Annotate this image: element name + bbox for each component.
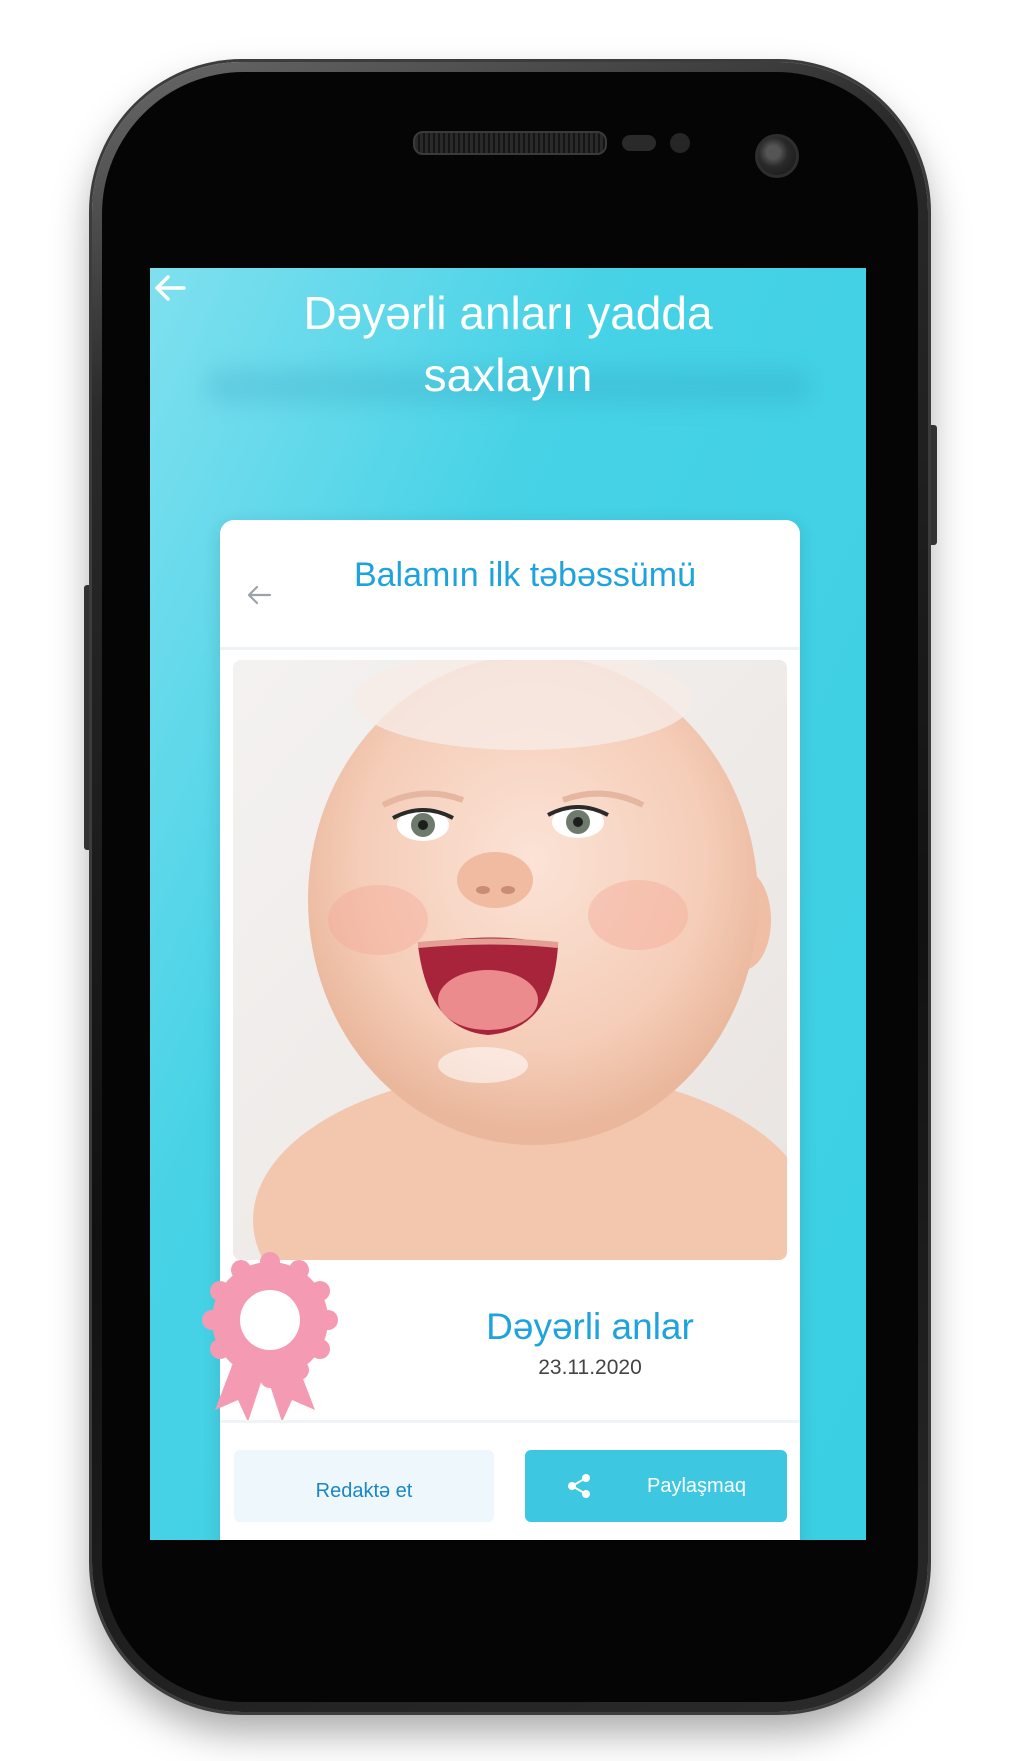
- share-button-label: Paylaşmaq: [647, 1474, 746, 1497]
- proximity-sensor: [622, 135, 656, 151]
- earpiece-speaker: [413, 131, 607, 155]
- baby-photo-illustration: [233, 660, 787, 1260]
- card-header: Balamın ilk təbəssümü: [220, 520, 800, 650]
- share-button[interactable]: Paylaşmaq: [525, 1450, 787, 1522]
- card-title: Balamın ilk təbəssümü: [353, 556, 697, 594]
- moment-title: Dəyərli anlar: [486, 1306, 694, 1347]
- pink-rosette-badge-icon: [202, 1252, 338, 1422]
- stage: Dəyərli anları yadda saxlayın Balamın il…: [0, 0, 1023, 1761]
- power-button: [927, 425, 937, 545]
- share-icon: [568, 1474, 590, 1498]
- headline: Dəyərli anları yadda saxlayın: [303, 287, 713, 401]
- smiling-baby-photo: [233, 660, 787, 1260]
- card-divider: [220, 1420, 800, 1423]
- edit-button[interactable]: Redaktə et: [234, 1450, 494, 1522]
- moment-card: Balamın ilk təbəssümü Dəyərli anlar 23.1…: [202, 520, 800, 1540]
- edit-button-label: Redaktə et: [315, 1479, 413, 1502]
- light-sensor: [670, 133, 690, 153]
- moment-date: 23.11.2020: [538, 1356, 642, 1379]
- front-camera-icon: [755, 134, 799, 178]
- phone-screen: Dəyərli anları yadda saxlayın Balamın il…: [150, 268, 866, 1540]
